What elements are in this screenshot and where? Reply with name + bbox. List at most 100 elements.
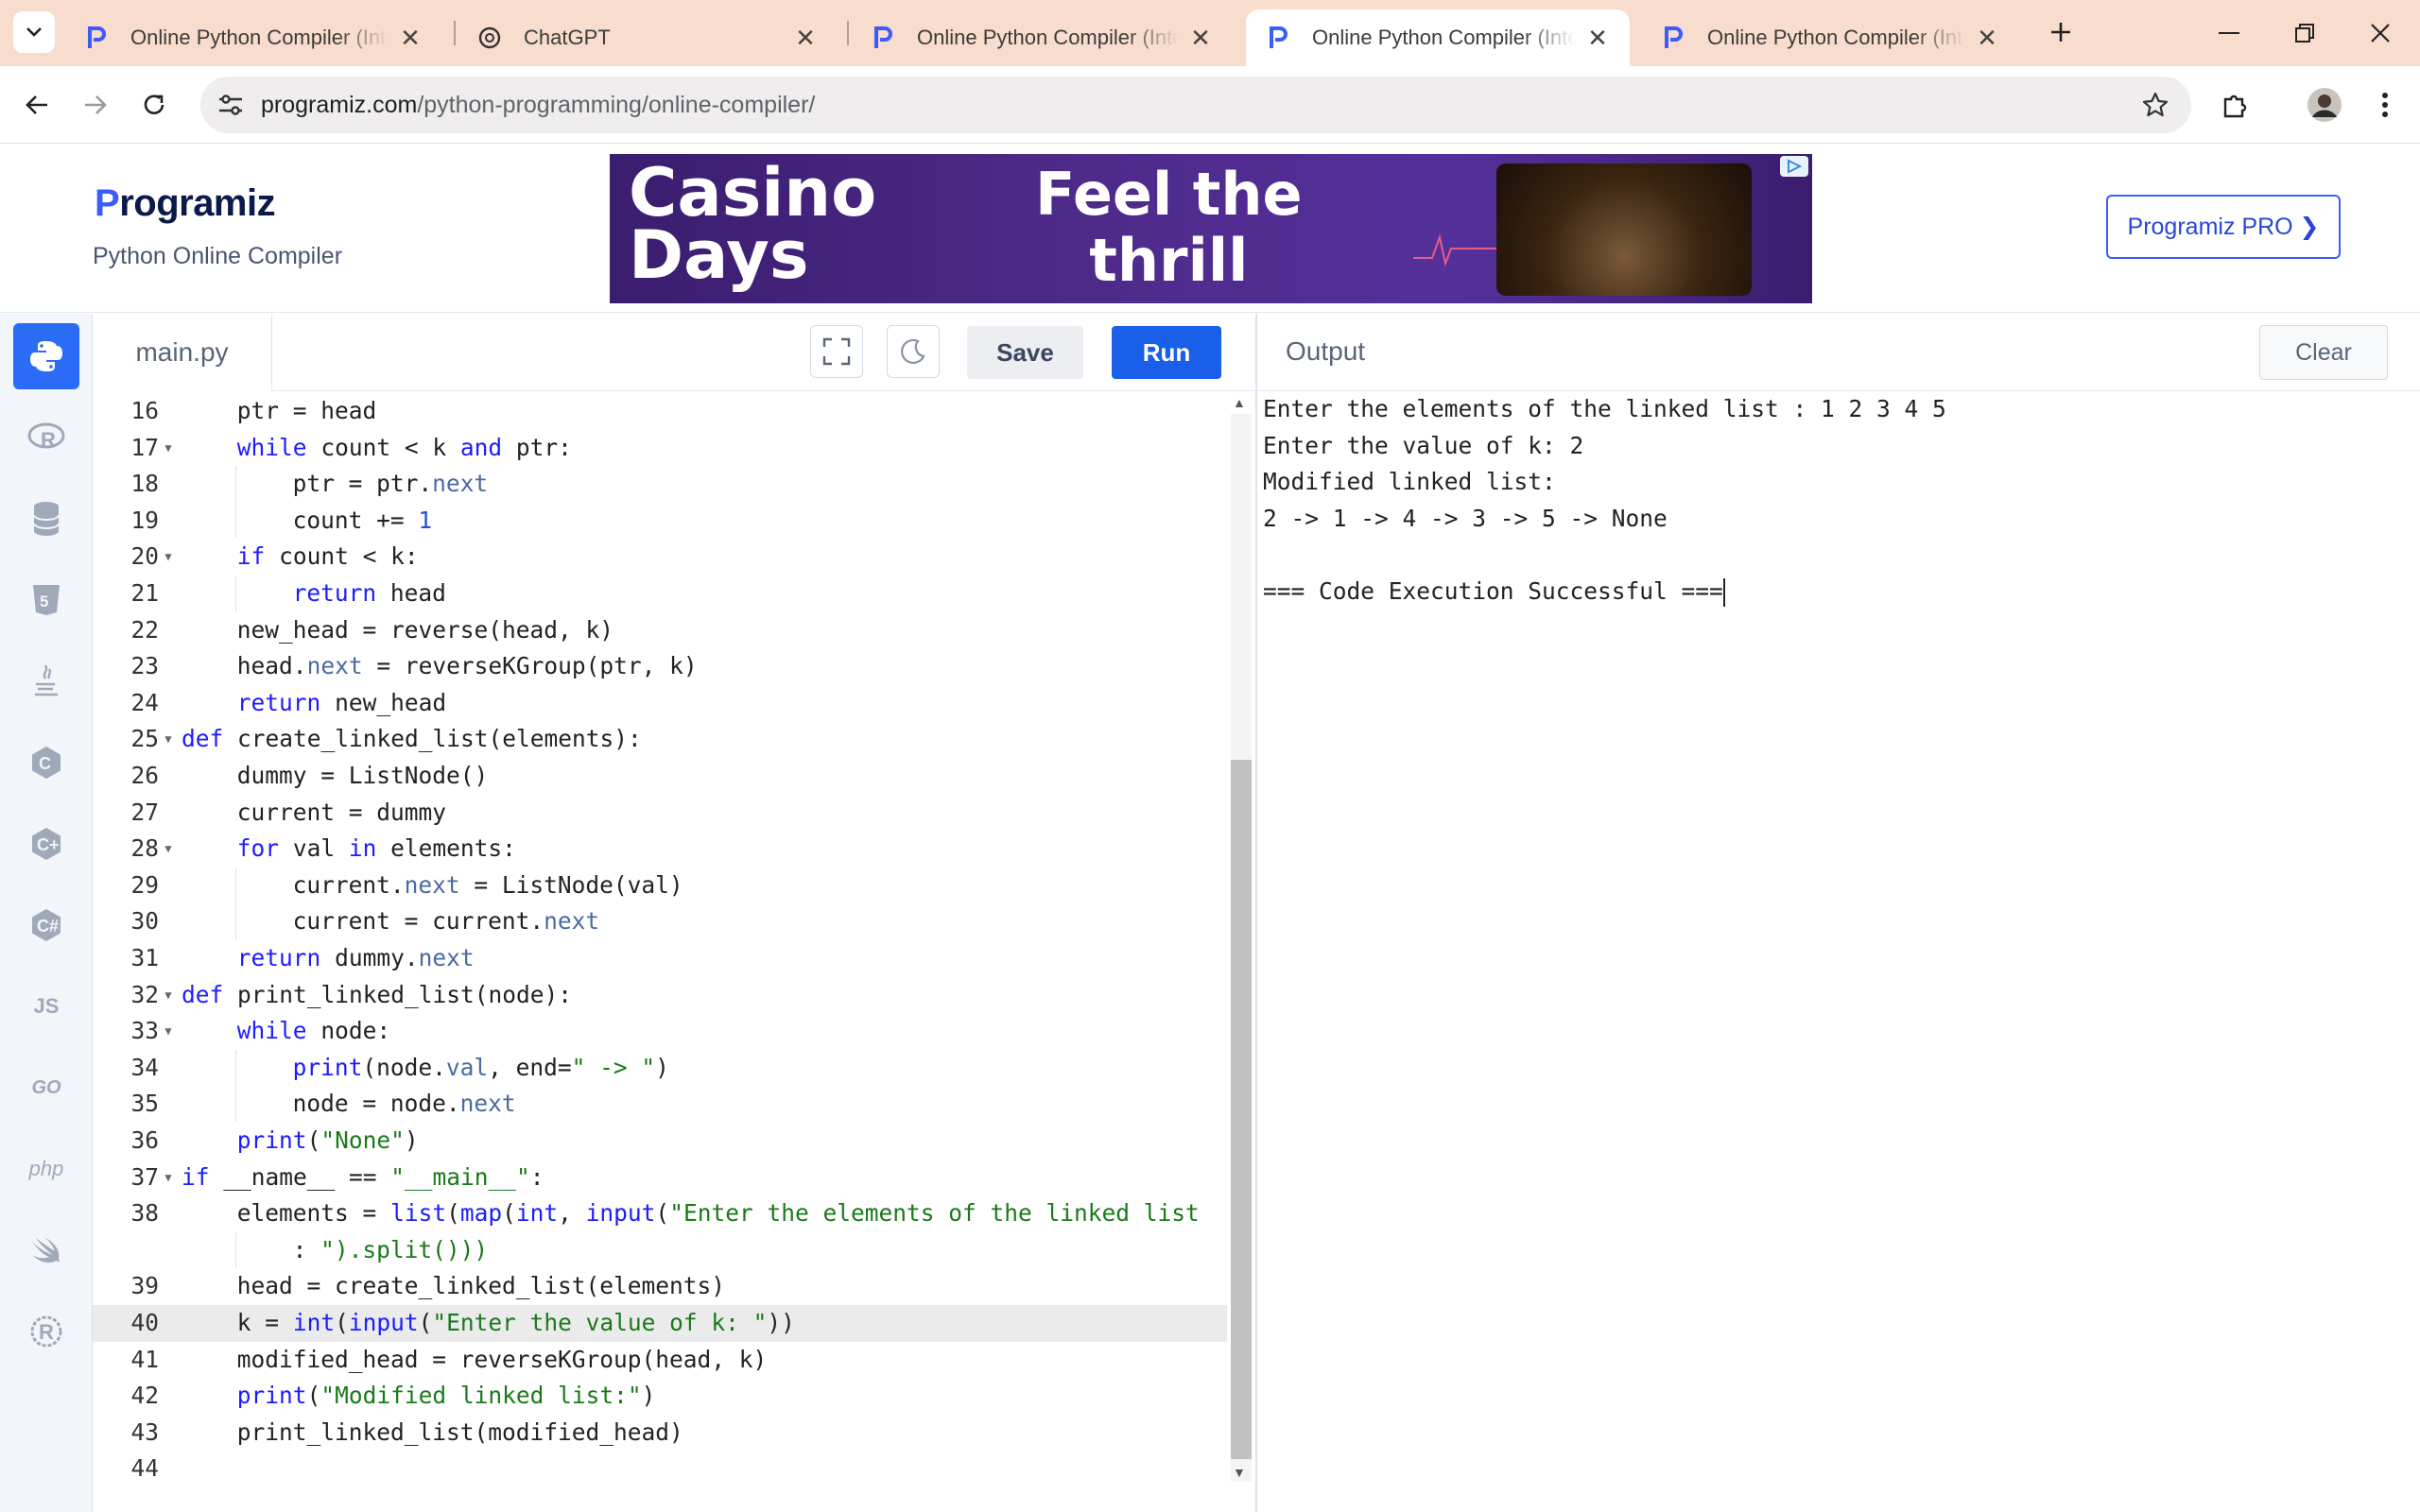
scroll-up-icon[interactable]: ▲ [1233,395,1246,410]
code-line[interactable]: 26 dummy = ListNode() [93,758,1227,795]
cpp-icon[interactable]: C+ [13,811,79,877]
fold-toggle-icon[interactable]: ▼ [159,1013,178,1050]
code-line[interactable]: 42 print("Modified linked list:") [93,1378,1227,1415]
code-line[interactable]: 30 current = current.next [93,903,1227,940]
code-line[interactable]: 23 head.next = reverseKGroup(ptr, k) [93,648,1227,685]
code-line[interactable]: 39 head = create_linked_list(elements) [93,1268,1227,1305]
c-icon[interactable]: C [13,730,79,796]
browser-tab-3[interactable]: Online Python Compiler (Interpreter) ✕ [851,9,1233,66]
code-line[interactable]: 29 current.next = ListNode(val) [93,867,1227,904]
code-line[interactable]: 25 ▼ def create_linked_list(elements): [93,721,1227,758]
code-line[interactable]: 43 print_linked_list(modified_head) [93,1415,1227,1452]
r-icon[interactable]: R [13,404,79,471]
close-icon[interactable]: ✕ [1584,24,1611,52]
code-line[interactable]: 37 ▼ if __name__ == "__main__": [93,1160,1227,1196]
close-window-button[interactable] [2342,0,2418,66]
clear-button[interactable]: Clear [2259,325,2388,380]
programiz-logo[interactable]: Programiz [95,182,276,225]
js-icon[interactable]: JS [13,973,79,1040]
code-line[interactable]: 41 modified_head = reverseKGroup(head, k) [93,1342,1227,1379]
code-line[interactable]: : ").split())) [93,1231,1227,1269]
editor-scrollbar[interactable]: ▲ ▼ [1227,391,1255,1512]
save-button[interactable]: Save [967,326,1083,379]
fold-toggle-icon[interactable]: ▼ [159,430,178,467]
close-icon[interactable]: ✕ [792,24,819,52]
fold-toggle-icon[interactable]: ▼ [159,539,178,576]
site-info-icon[interactable] [214,88,248,122]
fold-toggle-icon[interactable]: ▼ [159,831,178,868]
code-line[interactable]: 36 print("None") [93,1123,1227,1160]
code-line[interactable]: 20 ▼ if count < k: [93,539,1227,576]
browser-tab-5[interactable]: Online Python Compiler (Interpreter) ✕ [1641,9,2019,66]
output-console[interactable]: Enter the elements of the linked list : … [1263,391,2397,610]
advertisement-banner[interactable]: Casino Days Feel the thrill [610,154,1812,303]
code-line[interactable]: 17 ▼ while count < k and ptr: [93,430,1227,467]
fold-toggle-icon[interactable]: ▼ [159,1160,178,1196]
code-line[interactable]: 21 return head [93,576,1227,612]
theme-toggle-button[interactable] [887,325,940,378]
line-number: 39 [130,1272,159,1300]
code-line[interactable]: 22 new_head = reverse(head, k) [93,612,1227,649]
line-number: 32 [130,980,159,1008]
code-line[interactable]: 24 return new_head [93,685,1227,722]
sql-icon[interactable] [13,486,79,552]
close-icon[interactable]: ✕ [1974,24,2000,52]
code-editor[interactable]: 16 ptr = head 17 ▼ while count < k and ptr: 1… [93,391,1227,1512]
browser-tab-4-active[interactable]: Online Python Compiler (Interpreter) ✕ [1246,9,1630,66]
csharp-icon[interactable]: C# [13,892,79,958]
file-tab-main[interactable]: main.py [93,314,272,391]
code-line[interactable]: 19 count += 1 [93,502,1227,540]
svg-text:R: R [41,428,56,452]
code-line[interactable]: 16 ptr = head [93,393,1227,430]
java-icon[interactable] [13,648,79,714]
extensions-button[interactable] [2214,83,2257,127]
code-line[interactable]: 31 return dummy.next [93,940,1227,977]
code-line[interactable]: 33 ▼ while node: [93,1013,1227,1050]
code-line[interactable]: 32 ▼ def print_linked_list(node): [93,977,1227,1014]
html-icon[interactable]: 5 [13,567,79,633]
fold-toggle-icon[interactable]: ▼ [159,977,178,1014]
bookmark-star-icon[interactable] [2138,88,2172,122]
address-bar[interactable]: programiz.com/python-programming/online-… [200,77,2191,133]
code-line[interactable]: 40 k = int(input("Enter the value of k: "… [93,1305,1227,1342]
adchoices-icon[interactable] [1780,156,1808,177]
fullscreen-button[interactable] [810,325,863,378]
code-line[interactable]: 44 [93,1451,1227,1487]
browser-tab-2[interactable]: ChatGPT ✕ [458,9,838,66]
scroll-down-icon[interactable]: ▼ [1233,1465,1246,1480]
back-button[interactable] [15,83,59,127]
python-icon[interactable] [13,323,79,389]
browser-menu-button[interactable] [2363,83,2407,127]
browser-toolbar: programiz.com/python-programming/online-… [0,66,2420,144]
code-line[interactable]: 27 current = dummy [93,795,1227,832]
pane-divider[interactable] [1255,314,1257,1512]
scrollbar-thumb[interactable] [1231,760,1252,1459]
programiz-pro-button[interactable]: Programiz PRO ❯ [2106,195,2341,259]
rust-icon[interactable]: R [13,1298,79,1365]
fold-toggle-icon[interactable]: ▼ [159,721,178,758]
browser-tab-1[interactable]: Online Python Compiler (Interpreter) ✕ [64,9,442,66]
go-icon[interactable]: GO [13,1055,79,1121]
code-line[interactable]: 34 print(node.val, end=" -> ") [93,1049,1227,1087]
code-text: elements = list(map(int, input("Enter th… [236,1199,1200,1228]
close-icon[interactable]: ✕ [397,24,424,52]
profile-avatar[interactable] [2303,83,2346,127]
close-icon[interactable]: ✕ [1187,24,1214,52]
minimize-button[interactable] [2191,0,2267,66]
forward-button[interactable] [74,83,117,127]
swift-icon[interactable] [13,1217,79,1283]
ad-line: Feel the [1035,160,1303,229]
code-line[interactable]: 28 ▼ for val in elements: [93,831,1227,868]
code-line[interactable]: 18 ptr = ptr.next [93,466,1227,503]
line-number: 27 [130,798,159,826]
restore-button[interactable] [2267,0,2342,66]
logo-letter: P [95,182,120,224]
reload-button[interactable] [132,83,176,127]
code-line[interactable]: 38 elements = list(map(int, input("Enter … [93,1195,1227,1232]
run-button[interactable]: Run [1112,326,1221,379]
tab-search-button[interactable] [13,11,55,53]
code-line[interactable]: 35 node = node.next [93,1086,1227,1123]
php-icon[interactable]: php [13,1136,79,1202]
line-number: 43 [130,1418,159,1446]
new-tab-button[interactable] [2042,13,2080,51]
